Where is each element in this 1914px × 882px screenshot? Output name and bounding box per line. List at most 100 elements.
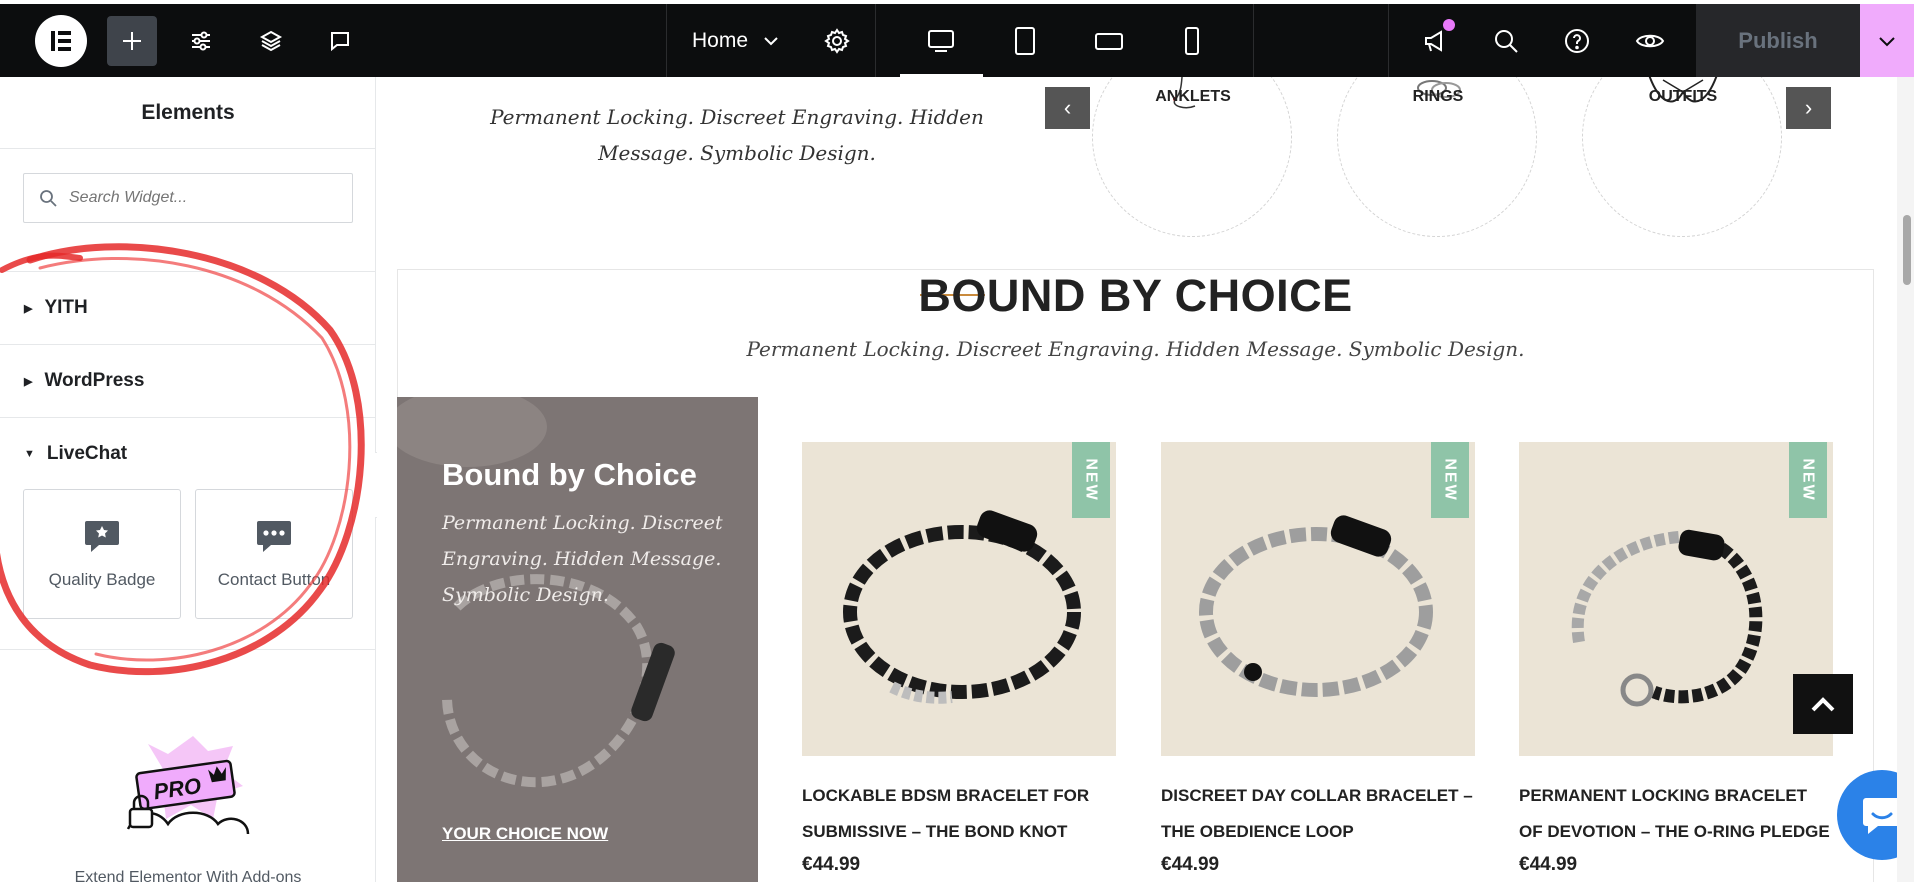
widget-label: Quality Badge <box>48 570 156 589</box>
finder-button[interactable] <box>1492 4 1520 77</box>
addons-promo-text: Extend Elementor With Add-ons <box>74 869 302 882</box>
add-element-button[interactable] <box>107 4 157 77</box>
section-subtitle: Permanent Locking. Discreet Engraving. H… <box>746 337 1525 361</box>
chat-badge-icon <box>85 521 119 552</box>
tablet-landscape-icon <box>1095 32 1123 50</box>
product-price: €44.99 <box>1519 854 1578 875</box>
gear-icon <box>824 27 850 54</box>
sliders-icon <box>192 31 210 50</box>
promo-text: Permanent Locking. Discreet Engraving. H… <box>442 512 723 606</box>
chat-dots-icon <box>257 521 291 552</box>
bracelet-silver-image <box>1199 515 1433 697</box>
divider <box>666 4 667 77</box>
preview-button[interactable] <box>1635 4 1665 77</box>
elementor-logo-icon <box>35 14 87 67</box>
category-label: RINGS <box>1412 88 1464 105</box>
carousel-prev-button[interactable]: ‹ <box>1045 87 1090 129</box>
desktop-icon <box>928 29 954 52</box>
category-yith[interactable]: ▶ YITH <box>0 271 375 344</box>
scrollbar-thumb[interactable] <box>1903 215 1911 285</box>
plus-icon <box>123 31 141 50</box>
promo-banner[interactable]: Bound by Choice Permanent Locking. Discr… <box>397 397 758 882</box>
elements-panel: Elements ▶ YITH ▶ WordPress ▼ LiveChat Q… <box>0 77 376 882</box>
hero-subtitle: Permanent Locking. Discreet Engraving. H… <box>490 105 984 165</box>
device-tablet-landscape-button[interactable] <box>1093 4 1125 77</box>
promo-cta-link[interactable]: YOUR CHOICE NOW <box>442 824 608 844</box>
product-image[interactable]: NEW <box>1161 442 1475 756</box>
page-canvas: Permanent Locking. Discreet Engraving. H… <box>377 77 1914 882</box>
product-card[interactable]: NEW LOCKABLE BDSM BRACELET FOR SUBMISSIV… <box>802 442 1116 876</box>
category-label: WordPress <box>44 370 145 391</box>
search-input[interactable] <box>69 189 319 207</box>
help-icon <box>1565 28 1589 53</box>
new-badge: NEW <box>1789 442 1827 518</box>
panel-title: Elements <box>0 77 375 149</box>
product-name[interactable]: PERMANENT LOCKING BRACELET OF DEVOTION –… <box>1519 778 1833 850</box>
new-badge: NEW <box>1431 442 1469 518</box>
promo-title: Bound by Choice <box>442 457 697 492</box>
help-button[interactable] <box>1563 4 1591 77</box>
category-label: OUTFITS <box>1648 88 1718 105</box>
publish-button[interactable]: Publish <box>1696 4 1860 77</box>
page-selector[interactable]: Home <box>692 4 780 77</box>
section-title: BOUND BY CHOICE <box>918 270 1353 321</box>
category-livechat[interactable]: ▼ LiveChat <box>0 417 375 490</box>
chevron-up-icon <box>1811 697 1835 712</box>
caret-right-icon: ▶ <box>24 375 33 388</box>
category-circle[interactable]: RINGS <box>1337 77 1537 237</box>
divider <box>875 4 876 77</box>
canvas-scrollbar[interactable] <box>1897 77 1914 882</box>
page-name: Home <box>692 28 749 52</box>
search-icon <box>40 190 57 207</box>
new-badge: NEW <box>1072 442 1110 518</box>
divider <box>1253 4 1254 77</box>
product-name[interactable]: DISCREET DAY COLLAR BRACELET – THE OBEDI… <box>1161 778 1475 850</box>
site-settings-button[interactable] <box>186 4 216 77</box>
device-tablet-button[interactable] <box>1011 4 1039 77</box>
product-name[interactable]: LOCKABLE BDSM BRACELET FOR SUBMISSIVE – … <box>802 778 1116 850</box>
notes-button[interactable] <box>325 4 355 77</box>
device-mobile-button[interactable] <box>1180 4 1204 77</box>
product-price: €44.99 <box>802 854 861 875</box>
chevron-left-icon: ‹ <box>1063 95 1072 120</box>
elementor-top-bar <box>0 4 1914 77</box>
eye-icon <box>1635 34 1665 47</box>
megaphone-icon <box>1425 29 1442 52</box>
divider <box>1388 4 1389 77</box>
category-wordpress[interactable]: ▶ WordPress <box>0 344 375 417</box>
structure-button[interactable] <box>256 4 286 77</box>
layers-icon <box>259 30 283 51</box>
widget-contact-button[interactable]: Contact Button <box>195 489 353 619</box>
notification-dot <box>1443 19 1455 31</box>
bracelet-oring-image <box>1571 529 1763 707</box>
search-icon <box>1495 29 1518 53</box>
caret-down-icon: ▼ <box>24 448 35 460</box>
category-label: LiveChat <box>46 443 128 464</box>
widget-label: Contact Button <box>217 570 331 589</box>
publish-options-button[interactable] <box>1860 4 1914 77</box>
whats-new-button[interactable] <box>1420 4 1450 77</box>
widget-search[interactable] <box>23 173 353 223</box>
chevron-down-icon <box>1879 36 1895 46</box>
product-image[interactable]: NEW <box>802 442 1116 756</box>
back-to-top-button[interactable] <box>1793 674 1853 734</box>
category-label: ANKLETS <box>1155 88 1231 105</box>
tablet-icon <box>1015 26 1035 55</box>
device-desktop-button[interactable] <box>926 4 956 77</box>
page-settings-button[interactable] <box>822 4 852 77</box>
divider <box>0 649 375 650</box>
elementor-logo-button[interactable] <box>35 4 87 77</box>
caret-right-icon: ▶ <box>24 302 33 315</box>
product-card[interactable]: NEW DISCREET DAY COLLAR BRACELET – THE O… <box>1161 442 1475 876</box>
product-price: €44.99 <box>1161 854 1220 875</box>
product-card[interactable]: NEW PERMANENT LOCKING BRACELET OF DEVOTI… <box>1519 442 1833 876</box>
widget-quality-badge[interactable]: Quality Badge <box>23 489 181 619</box>
product-image[interactable]: NEW <box>1519 442 1833 756</box>
category-circle[interactable]: OUTFITS <box>1582 77 1782 237</box>
bracelet-black-image <box>843 510 1081 704</box>
carousel-next-button[interactable]: › <box>1786 87 1831 129</box>
chevron-down-icon <box>764 36 778 45</box>
category-circle[interactable]: ANKLETS <box>1092 77 1292 237</box>
category-label: YITH <box>44 297 88 318</box>
chevron-right-icon: › <box>1804 95 1813 120</box>
